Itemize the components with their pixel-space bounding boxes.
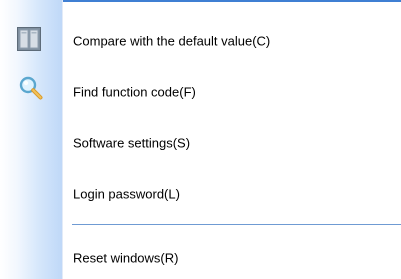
menu-separator	[72, 224, 401, 225]
menu-item-label: Compare with the default value(C)	[73, 33, 271, 49]
menu-item-label: Login password(L)	[73, 186, 180, 202]
compare-columns-icon	[17, 27, 41, 51]
menu-item-label: Find function code(F)	[73, 84, 196, 100]
menu-item-software-settings[interactable]: Software settings(S)	[0, 121, 401, 165]
menu-item-compare-default[interactable]: Compare with the default value(C)	[0, 19, 401, 63]
context-menu-screen: Compare with the default value(C) Find f…	[0, 0, 401, 279]
menu-item-label: Software settings(S)	[73, 135, 191, 151]
magnifier-icon	[19, 76, 43, 100]
menu-item-label: Reset windows(R)	[73, 250, 179, 266]
context-menu: Compare with the default value(C) Find f…	[0, 0, 401, 279]
menu-item-find-function-code[interactable]: Find function code(F)	[0, 70, 401, 114]
menu-item-login-password[interactable]: Login password(L)	[0, 172, 401, 216]
menu-item-reset-windows[interactable]: Reset windows(R)	[0, 236, 401, 279]
